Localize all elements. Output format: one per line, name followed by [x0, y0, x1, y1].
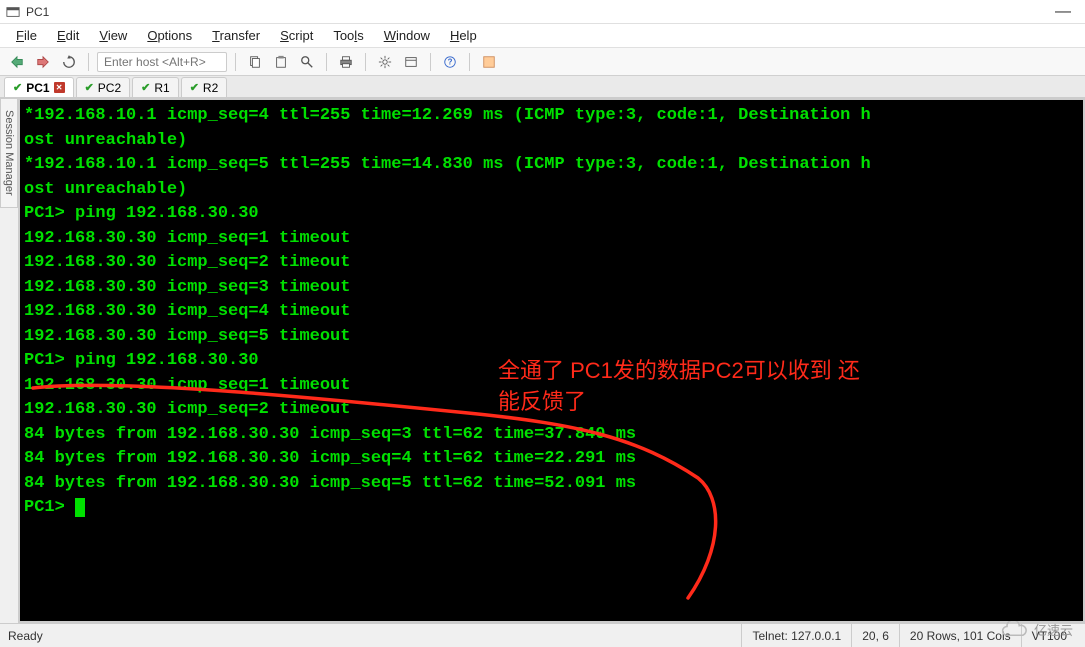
status-ready: Ready	[8, 629, 43, 643]
terminal[interactable]: *192.168.10.1 icmp_seq=4 ttl=255 time=12…	[20, 100, 1083, 621]
tab-r1[interactable]: ✔ R1	[132, 77, 179, 97]
menu-file[interactable]: File	[8, 26, 45, 45]
find-button[interactable]	[296, 51, 318, 73]
watermark-text: 亿速云	[1034, 620, 1073, 639]
menu-edit[interactable]: Edit	[49, 26, 87, 45]
window-title: PC1	[26, 5, 1047, 19]
toolbar-separator	[469, 53, 470, 71]
paste-button[interactable]	[270, 51, 292, 73]
connect-button[interactable]	[6, 51, 28, 73]
check-icon: ✔	[190, 81, 199, 94]
terminal-line: *192.168.10.1 icmp_seq=5 ttl=255 time=14…	[24, 153, 1079, 178]
terminal-line: *192.168.10.1 icmp_seq=4 ttl=255 time=12…	[24, 104, 1079, 129]
toolbar-separator	[235, 53, 236, 71]
terminal-line: 192.168.30.30 icmp_seq=4 timeout	[24, 300, 1079, 325]
terminal-line: PC1> ping 192.168.30.30	[24, 349, 1079, 374]
toolbar-separator	[326, 53, 327, 71]
help-button[interactable]: ?	[439, 51, 461, 73]
tab-r2[interactable]: ✔ R2	[181, 77, 228, 97]
terminal-line: 84 bytes from 192.168.30.30 icmp_seq=3 t…	[24, 423, 1079, 448]
check-icon: ✔	[85, 81, 94, 94]
minimize-button[interactable]: —	[1047, 3, 1079, 21]
terminal-line: ost unreachable)	[24, 178, 1079, 203]
menubar: File Edit View Options Transfer Script T…	[0, 24, 1085, 48]
svg-text:?: ?	[448, 57, 453, 66]
toolbar-separator	[430, 53, 431, 71]
session-options-button[interactable]	[400, 51, 422, 73]
menu-view[interactable]: View	[91, 26, 135, 45]
toolbar: ?	[0, 48, 1085, 76]
status-connection: Telnet: 127.0.0.1	[741, 624, 851, 647]
tab-label: PC1	[26, 81, 49, 95]
terminal-line: 192.168.30.30 icmp_seq=2 timeout	[24, 251, 1079, 276]
titlebar: PC1 —	[0, 0, 1085, 24]
menu-script[interactable]: Script	[272, 26, 321, 45]
terminal-line: 192.168.30.30 icmp_seq=2 timeout	[24, 398, 1079, 423]
host-input[interactable]	[97, 52, 227, 72]
statusbar: Ready Telnet: 127.0.0.1 20, 6 20 Rows, 1…	[0, 623, 1085, 647]
terminal-line: 192.168.30.30 icmp_seq=1 timeout	[24, 374, 1079, 399]
terminal-line: ost unreachable)	[24, 129, 1079, 154]
disconnect-button[interactable]	[32, 51, 54, 73]
check-icon: ✔	[141, 81, 150, 94]
terminal-line: 84 bytes from 192.168.30.30 icmp_seq=4 t…	[24, 447, 1079, 472]
tab-pc2[interactable]: ✔ PC2	[76, 77, 131, 97]
terminal-line: 192.168.30.30 icmp_seq=1 timeout	[24, 227, 1079, 252]
terminal-line: 84 bytes from 192.168.30.30 icmp_seq=5 t…	[24, 472, 1079, 497]
terminal-wrap: *192.168.10.1 icmp_seq=4 ttl=255 time=12…	[18, 98, 1085, 623]
terminal-line: 192.168.30.30 icmp_seq=3 timeout	[24, 276, 1079, 301]
menu-help[interactable]: Help	[442, 26, 485, 45]
app-icon	[6, 5, 20, 19]
toolbar-separator	[88, 53, 89, 71]
tab-label: R1	[154, 81, 169, 95]
terminal-line: 192.168.30.30 icmp_seq=5 timeout	[24, 325, 1079, 350]
status-position: 20, 6	[851, 624, 899, 647]
tab-label: PC2	[98, 81, 121, 95]
cursor	[75, 498, 85, 517]
tab-label: R2	[203, 81, 218, 95]
settings-button[interactable]	[374, 51, 396, 73]
terminal-line: PC1> ping 192.168.30.30	[24, 202, 1079, 227]
close-icon[interactable]: ✕	[54, 82, 65, 93]
terminal-line: PC1>	[24, 496, 1079, 521]
menu-tools[interactable]: Tools	[325, 26, 371, 45]
extra-button[interactable]	[478, 51, 500, 73]
tabbar: ✔ PC1 ✕ ✔ PC2 ✔ R1 ✔ R2	[0, 76, 1085, 98]
menu-options[interactable]: Options	[139, 26, 200, 45]
watermark: 亿速云	[1000, 620, 1073, 639]
print-button[interactable]	[335, 51, 357, 73]
cloud-icon	[1000, 621, 1028, 639]
tab-pc1[interactable]: ✔ PC1 ✕	[4, 77, 74, 97]
reconnect-button[interactable]	[58, 51, 80, 73]
session-manager-tab[interactable]: Session Manager	[0, 98, 18, 208]
copy-button[interactable]	[244, 51, 266, 73]
menu-transfer[interactable]: Transfer	[204, 26, 268, 45]
menu-window[interactable]: Window	[376, 26, 438, 45]
toolbar-separator	[365, 53, 366, 71]
check-icon: ✔	[13, 81, 22, 94]
